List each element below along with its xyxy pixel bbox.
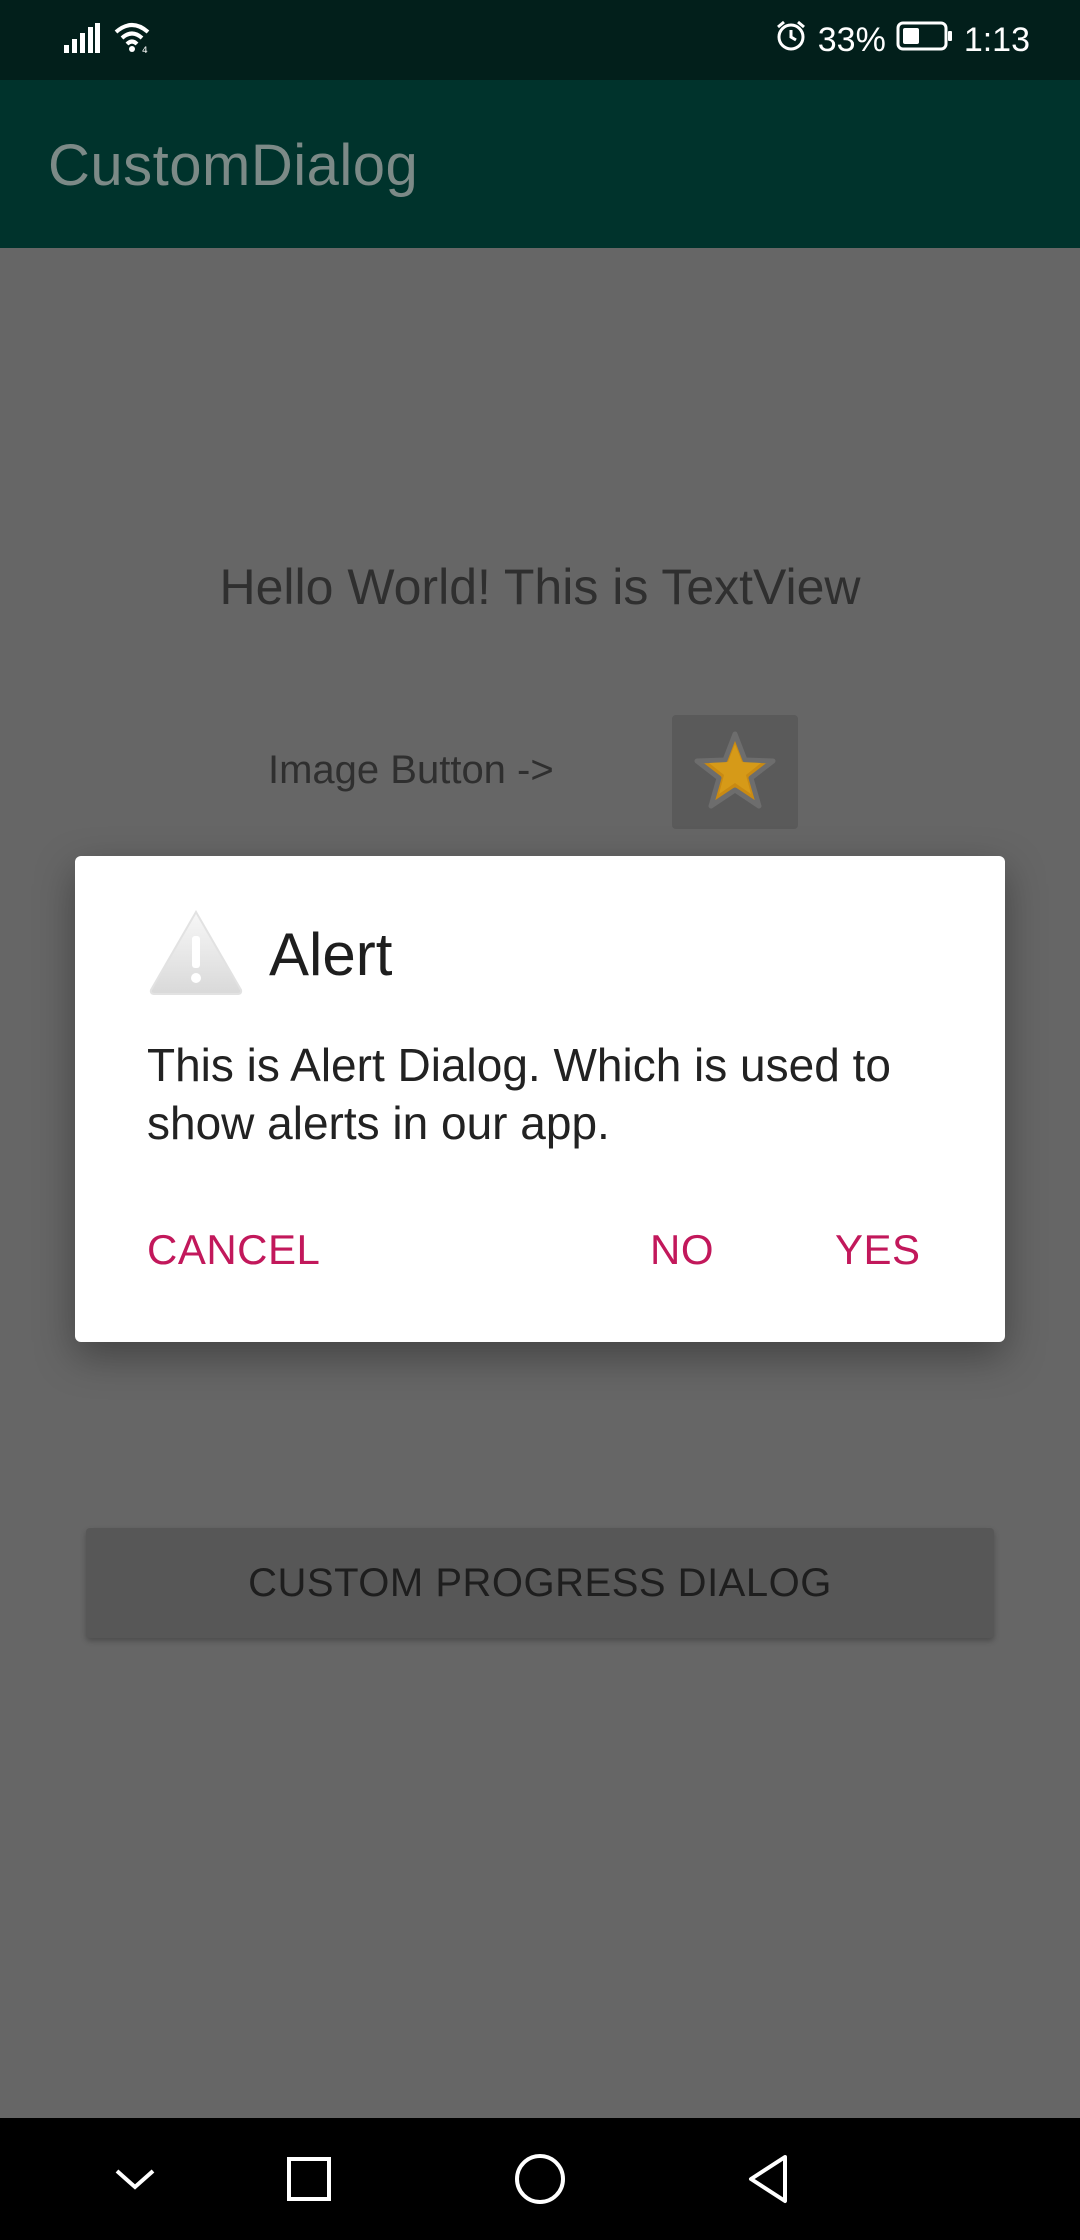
status-bar: 4 33% 1:13 bbox=[0, 0, 1080, 80]
dialog-title: Alert bbox=[269, 921, 393, 988]
no-button[interactable]: NO bbox=[650, 1226, 714, 1274]
star-icon bbox=[693, 730, 777, 815]
custom-progress-dialog-button[interactable]: CUSTOM PROGRESS DIALOG bbox=[86, 1528, 994, 1638]
clock-time: 1:13 bbox=[963, 20, 1030, 59]
nav-bar bbox=[0, 2118, 1080, 2240]
status-left: 4 bbox=[64, 16, 154, 64]
wifi-icon: 4 bbox=[114, 22, 154, 59]
hello-textview: Hello World! This is TextView bbox=[219, 559, 861, 615]
chevron-down-icon[interactable] bbox=[102, 2146, 168, 2212]
alert-dialog: Alert This is Alert Dialog. Which is use… bbox=[75, 856, 1005, 1342]
app-title: CustomDialog bbox=[48, 133, 419, 198]
custom-progress-dialog-label: CUSTOM PROGRESS DIALOG bbox=[248, 1560, 832, 1605]
recents-square-icon[interactable] bbox=[276, 2146, 342, 2212]
dialog-message: This is Alert Dialog. Which is used to s… bbox=[147, 1039, 891, 1149]
cancel-button[interactable]: CANCEL bbox=[147, 1226, 320, 1274]
battery-icon bbox=[896, 21, 954, 60]
dialog-header: Alert bbox=[147, 908, 392, 1001]
home-circle-icon[interactable] bbox=[507, 2146, 573, 2212]
svg-text:4: 4 bbox=[142, 46, 148, 54]
signal-icon bbox=[64, 22, 100, 58]
warning-icon bbox=[147, 908, 245, 1001]
image-button[interactable] bbox=[672, 715, 798, 829]
image-button-label: Image Button -> bbox=[268, 748, 554, 792]
battery-percent: 33% bbox=[817, 20, 886, 59]
yes-button[interactable]: YES bbox=[835, 1226, 921, 1274]
status-right: 33% 1:13 bbox=[774, 14, 1030, 66]
alarm-icon bbox=[774, 19, 808, 62]
back-triangle-icon[interactable] bbox=[736, 2146, 802, 2212]
app-bar: CustomDialog bbox=[0, 80, 1080, 248]
